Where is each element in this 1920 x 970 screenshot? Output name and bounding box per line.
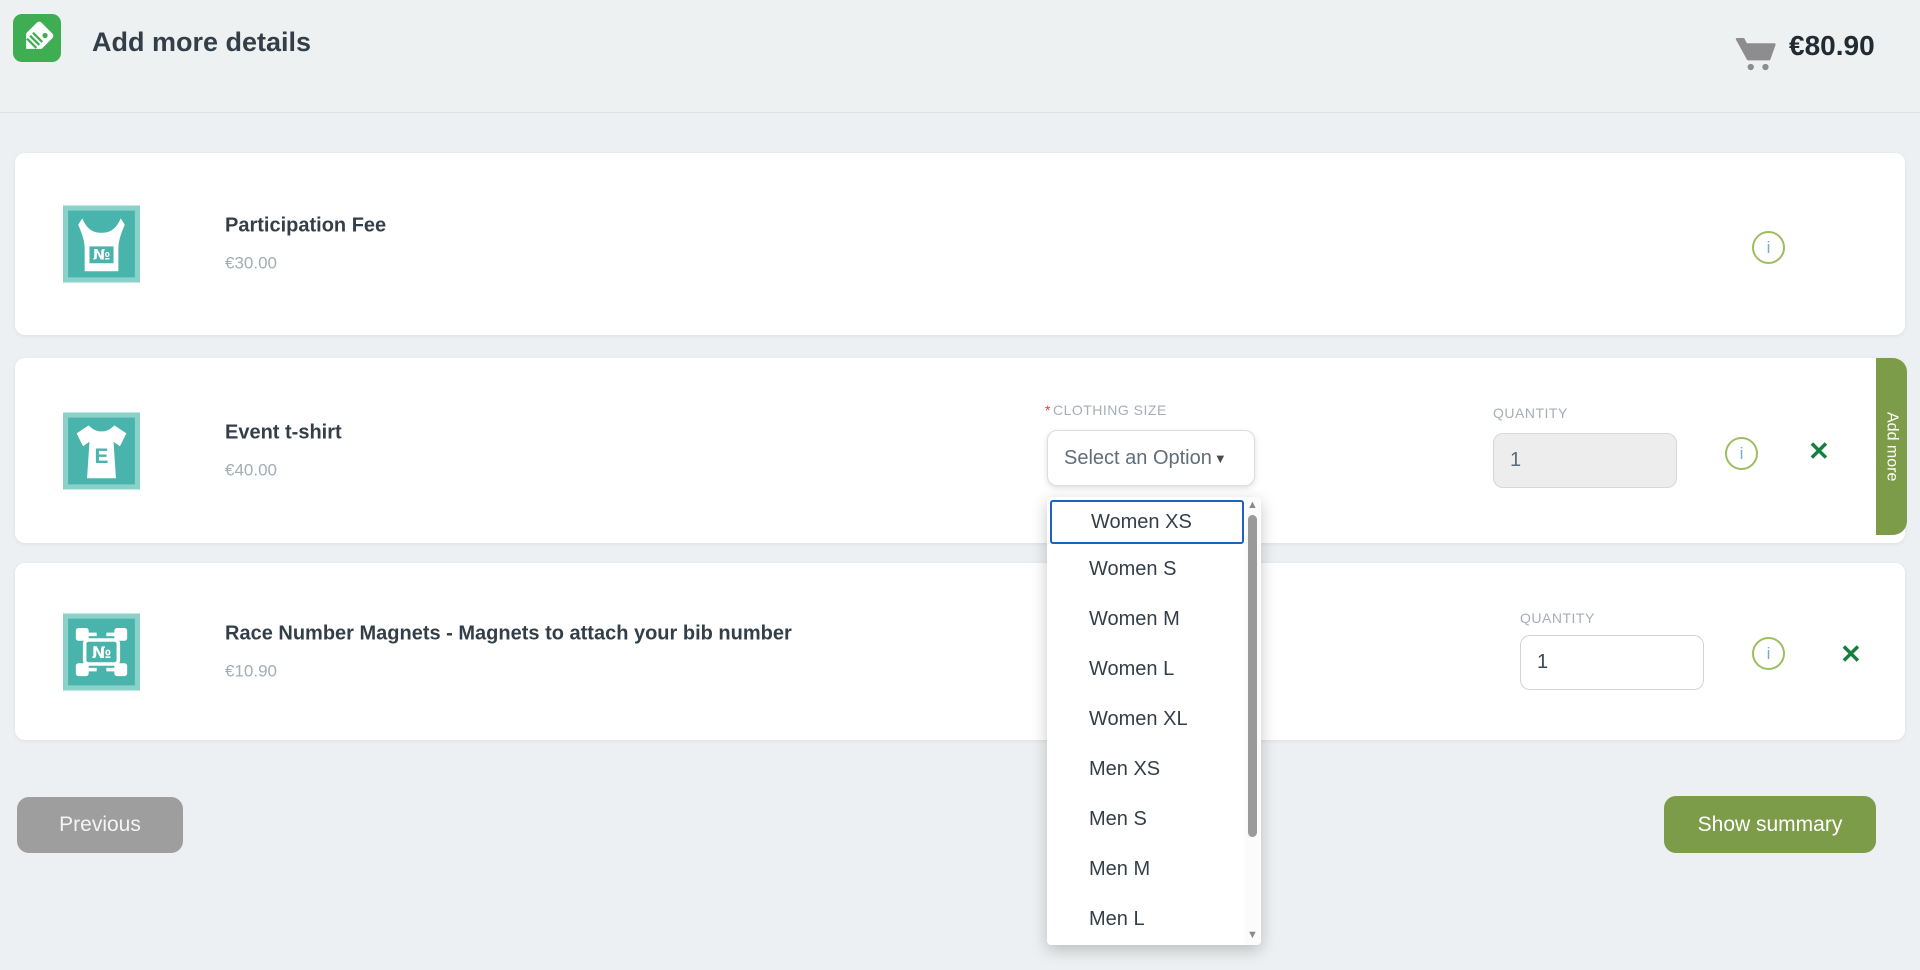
info-icon[interactable]: i [1752,637,1785,670]
scroll-up-icon[interactable]: ▲ [1245,499,1260,511]
item-card-event-tshirt: E Event t-shirt €40.00 *CLOTHING SIZE Se… [15,358,1905,543]
item-card-race-number-magnets: № Race Number Magnets - Magnets to attac… [15,563,1905,740]
dropdown-option[interactable]: Women XL [1047,694,1244,744]
product-price: €30.00 [225,254,386,274]
scrollbar-thumb[interactable] [1248,515,1257,837]
product-title: Event t-shirt [225,421,342,444]
show-summary-button[interactable]: Show summary [1664,796,1876,853]
dropdown-option[interactable]: Women L [1047,644,1244,694]
quantity-label: QUANTITY [1520,610,1595,626]
dropdown-option[interactable]: Men M [1047,844,1244,894]
magnets-icon: № [63,613,140,690]
product-title: Race Number Magnets - Magnets to attach … [225,622,792,645]
product-title: Participation Fee [225,215,386,238]
required-marker: * [1045,402,1051,418]
dropdown-scrollbar[interactable]: ▲ ▼ [1245,497,1260,945]
size-select-value: Select an Option [1064,447,1212,470]
clothing-size-label: *CLOTHING SIZE [1045,402,1167,418]
previous-button[interactable]: Previous [17,797,183,853]
add-more-tab[interactable]: Add more [1876,358,1907,535]
dropdown-options: Women XS Women S Women M Women L Women X… [1047,500,1244,944]
dropdown-option[interactable]: Women M [1047,594,1244,644]
dropdown-option[interactable]: Men S [1047,794,1244,844]
remove-item-icon[interactable]: ✕ [1808,435,1830,468]
svg-text:№: № [92,643,111,662]
product-info: Participation Fee €30.00 [225,215,386,274]
product-price: €10.90 [225,661,792,681]
quantity-input[interactable] [1493,433,1677,488]
svg-text:№: № [93,248,110,264]
tag-icon [13,14,61,62]
product-info: Race Number Magnets - Magnets to attach … [225,622,792,681]
quantity-input[interactable] [1520,635,1704,690]
clothing-size-select[interactable]: Select an Option ▼ [1047,430,1255,486]
dropdown-option[interactable]: Women XS [1050,500,1244,544]
cart-total: €80.90 [1789,30,1875,62]
page-header: Add more details €80.90 [0,0,1920,113]
quantity-label: QUANTITY [1493,405,1568,421]
info-icon[interactable]: i [1725,437,1758,470]
svg-text:E: E [95,445,109,468]
product-price: €40.00 [225,460,342,480]
info-icon[interactable]: i [1752,231,1785,264]
dropdown-option[interactable]: Men XS [1047,744,1244,794]
dropdown-option[interactable]: Men L [1047,894,1244,944]
remove-item-icon[interactable]: ✕ [1840,638,1862,671]
chevron-down-icon: ▼ [1214,451,1227,466]
cart-icon[interactable] [1735,36,1777,81]
dropdown-option[interactable]: Women S [1047,544,1244,594]
product-info: Event t-shirt €40.00 [225,421,342,480]
tshirt-icon: E [63,412,140,489]
item-card-participation-fee: № Participation Fee €30.00 i [15,153,1905,335]
bib-number-icon: № [63,206,140,283]
page-title: Add more details [92,27,311,58]
scroll-down-icon[interactable]: ▼ [1245,929,1260,941]
clothing-size-dropdown: Women XS Women S Women M Women L Women X… [1047,497,1261,945]
